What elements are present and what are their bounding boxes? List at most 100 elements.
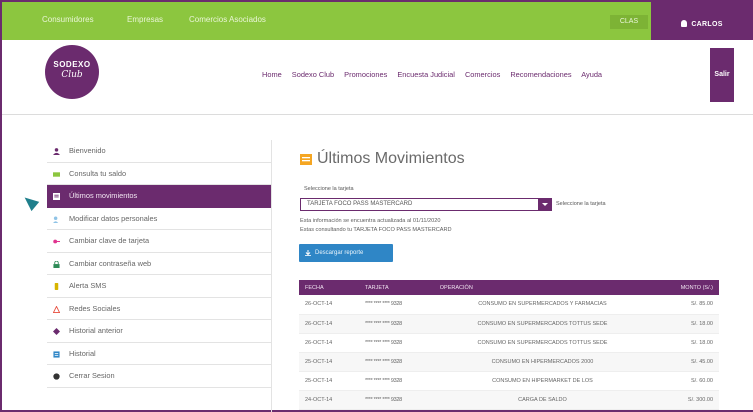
sidebar-menu: Bienvenido Consulta tu saldo Últimos mov… [47, 140, 271, 388]
movements-table: FECHA TARJETA OPERACIÓN MONTO (S/.) 26-O… [299, 280, 719, 410]
update-info-text: Esta información se encuentra actualizad… [300, 218, 441, 224]
sidebar-item-clave[interactable]: Cambiar clave de tarjeta [47, 230, 271, 253]
user-icon [681, 20, 688, 27]
cell-operacion: CONSUMO EN SUPERMERCADOS Y FARMACIAS [433, 295, 652, 315]
wallet-icon [53, 171, 60, 177]
cell-fecha: 26-OCT-14 [299, 314, 360, 334]
power-icon [53, 373, 60, 380]
table-row: 26-OCT-14 **** **** **** 9328 CONSUMO EN… [299, 333, 719, 353]
top-navigation-bar: Consumidores Empresas Comercios Asociado… [2, 2, 753, 40]
sidebar-item-label: Redes Sociales [69, 303, 121, 313]
cell-monto: S/. 45.00 [651, 352, 719, 372]
logo-name: Club [61, 70, 83, 80]
logout-button[interactable]: Salir [710, 48, 734, 102]
column-header-fecha: FECHA [299, 280, 360, 295]
cell-operacion: CONSUMO EN HIPERMERCADOS 2000 [433, 352, 652, 372]
cell-monto: S/. 18.00 [651, 333, 719, 353]
sidebar-separator [271, 140, 272, 412]
top-link-empresas[interactable]: Empresas [127, 15, 163, 24]
cell-tarjeta: **** **** **** 9328 [359, 295, 434, 315]
document-icon [53, 350, 60, 358]
column-header-operacion: OPERACIÓN [433, 280, 652, 295]
cell-operacion: CONSUMO EN SUPERMERCADOS TOTTUS SEDE [433, 314, 652, 334]
nav-encuesta[interactable]: Encuesta Judicial [397, 70, 455, 79]
column-header-monto: MONTO (S/.) [651, 280, 719, 295]
chevron-down-icon[interactable] [538, 198, 552, 211]
cell-monto: S/. 85.00 [651, 295, 719, 315]
sidebar-item-bienvenido[interactable]: Bienvenido [47, 140, 271, 163]
nav-promociones[interactable]: Promociones [344, 70, 387, 79]
sidebar-item-contrasena[interactable]: Cambiar contraseña web [47, 253, 271, 275]
cell-operacion: CONSUMO EN SUPERMERCADOS TOTTUS SEDE [433, 333, 652, 353]
sidebar-item-label: Últimos movimientos [69, 191, 138, 200]
sidebar-item-label: Cambiar clave de tarjeta [69, 236, 150, 245]
sidebar-item-redes[interactable]: Redes Sociales [47, 298, 271, 320]
sidebar-item-label: Modificar datos personales [69, 213, 158, 223]
cell-monto: S/. 300.00 [651, 390, 719, 410]
user-icon [53, 148, 60, 155]
lock-icon [53, 260, 60, 268]
sidebar-item-label: Alerta SMS [69, 281, 107, 290]
sidebar-item-historial-anterior[interactable]: Historial anterior [47, 320, 271, 343]
header-divider [2, 114, 753, 115]
main-navigation: Home Sodexo Club Promociones Encuesta Ju… [262, 70, 610, 79]
table-row: 25-OCT-14 **** **** **** 9328 CONSUMO EN… [299, 371, 719, 391]
sidebar-item-label: Bienvenido [69, 146, 106, 155]
card-select-value: TARJETA FOCO PASS MASTERCARD [307, 201, 413, 207]
cell-operacion: CONSUMO EN HIPERMARKET DE LOS [433, 371, 652, 391]
movements-icon [300, 154, 312, 165]
cell-tarjeta: **** **** **** 9328 [359, 371, 434, 391]
cell-tarjeta: **** **** **** 9328 [359, 352, 434, 372]
sidebar-item-sms[interactable]: Alerta SMS [47, 275, 271, 298]
sidebar-item-cerrar-sesion[interactable]: Cerrar Sesion [47, 365, 271, 388]
cell-monto: S/. 60.00 [651, 371, 719, 391]
card-info-text: Estas consultando tu TARJETA FOCO PASS M… [300, 227, 452, 233]
top-link-consumidores[interactable]: Consumidores [42, 15, 94, 24]
key-icon [53, 239, 60, 244]
card-select[interactable]: TARJETA FOCO PASS MASTERCARD [300, 198, 552, 211]
sidebar-item-label: Historial [69, 348, 96, 358]
top-link-comercios[interactable]: Comercios Asociados [189, 15, 266, 24]
table-row: 25-OCT-14 **** **** **** 9328 CONSUMO EN… [299, 352, 719, 372]
download-icon [305, 250, 311, 256]
sidebar-item-historial[interactable]: Historial [47, 343, 271, 365]
sidebar-item-datos[interactable]: Modificar datos personales [47, 208, 271, 230]
card-select-side-label: Seleccione la tarjeta [556, 201, 606, 207]
cell-tarjeta: **** **** **** 9328 [359, 333, 434, 353]
cell-fecha: 26-OCT-14 [299, 333, 360, 353]
cell-fecha: 24-OCT-14 [299, 390, 360, 410]
user-name: CARLOS [691, 21, 723, 28]
sidebar-item-saldo[interactable]: Consulta tu saldo [47, 163, 271, 185]
logo-brand: SODEXO [53, 60, 91, 69]
list-icon [53, 193, 60, 200]
sodexo-club-logo[interactable]: SODEXO Club [45, 45, 99, 99]
table-row: 26-OCT-14 **** **** **** 9328 CONSUMO EN… [299, 314, 719, 334]
nav-ayuda[interactable]: Ayuda [581, 70, 602, 79]
cell-fecha: 25-OCT-14 [299, 371, 360, 391]
nav-sodexo-club[interactable]: Sodexo Club [292, 70, 334, 79]
column-header-tarjeta: TARJETA [359, 280, 434, 295]
table-row: 26-OCT-14 **** **** **** 9328 CONSUMO EN… [299, 295, 719, 315]
phone-icon [54, 283, 59, 290]
person-edit-icon [53, 215, 59, 223]
cell-tarjeta: **** **** **** 9328 [359, 390, 434, 410]
clock-icon [53, 328, 60, 335]
cell-operacion: CARGA DE SALDO [433, 390, 652, 410]
download-report-button[interactable]: Descargar reporte [299, 244, 393, 262]
table-header-row: FECHA TARJETA OPERACIÓN MONTO (S/.) [299, 280, 719, 295]
sidebar-item-label: Historial anterior [69, 326, 123, 335]
download-report-label: Descargar reporte [315, 250, 364, 256]
sidebar-item-movimientos[interactable]: Últimos movimientos [47, 185, 271, 208]
top-small-button[interactable]: CLAS [610, 15, 648, 29]
cell-monto: S/. 18.00 [651, 314, 719, 334]
nav-comercios[interactable]: Comercios [465, 70, 500, 79]
cell-fecha: 25-OCT-14 [299, 352, 360, 372]
cell-tarjeta: **** **** **** 9328 [359, 314, 434, 334]
sidebar-item-label: Cerrar Sesion [69, 371, 115, 380]
page-title: Últimos Movimientos [317, 150, 465, 167]
sidebar-item-label: Cambiar contraseña web [69, 258, 152, 268]
nav-home[interactable]: Home [262, 70, 282, 79]
nav-recomendaciones[interactable]: Recomendaciones [510, 70, 571, 79]
cell-fecha: 26-OCT-14 [299, 295, 360, 315]
user-account-button[interactable]: CARLOS [651, 2, 753, 40]
